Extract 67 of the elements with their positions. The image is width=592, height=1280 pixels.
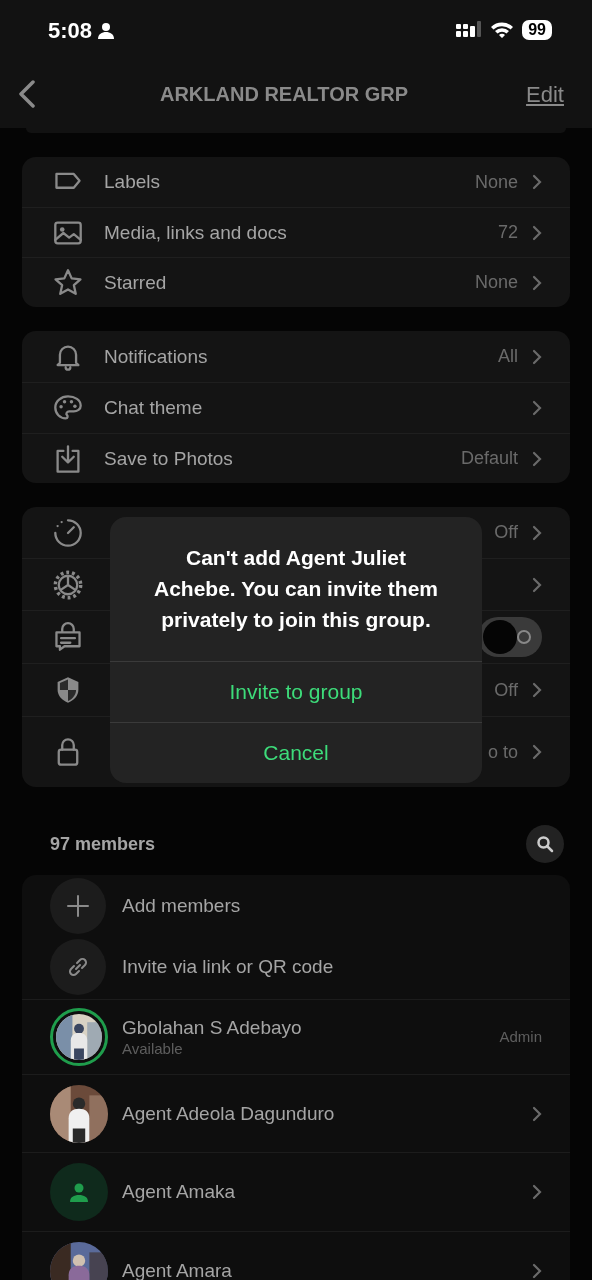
chevron-icon <box>532 224 542 241</box>
row-value: Default <box>460 447 518 470</box>
settings-row[interactable]: Save to Photos Default <box>22 433 570 483</box>
row-value: Off <box>494 678 518 702</box>
settings-row[interactable]: Notifications All <box>22 331 570 382</box>
row-value: None <box>474 271 518 294</box>
chevron-icon <box>532 1105 542 1122</box>
member-action-row[interactable]: Invite via link or QR code <box>22 935 570 999</box>
group-title: ARKLAND REALTOR GRP <box>159 82 409 107</box>
chevron-icon <box>532 274 542 291</box>
chevron-icon <box>532 400 542 416</box>
member-row[interactable]: Agent Amaka <box>22 1152 570 1231</box>
plus-icon <box>65 893 91 919</box>
member-row[interactable]: Gbolahan S Adebayo Available Admin <box>22 999 570 1074</box>
settings-row[interactable]: Media, links and docs 72 <box>22 207 570 257</box>
dialog-button[interactable]: Invite to group <box>110 661 482 722</box>
row-label: Labels <box>104 170 161 194</box>
dialog-button[interactable]: Cancel <box>110 722 482 783</box>
chevron-icon <box>532 524 542 541</box>
search-button[interactable] <box>526 825 564 863</box>
member-name: Agent Amaka <box>122 1180 237 1204</box>
action-label: Add members <box>122 893 241 918</box>
chevron-icon <box>532 348 542 365</box>
person-icon <box>98 21 115 39</box>
row-label: Notifications <box>104 344 209 369</box>
back-icon <box>18 80 36 108</box>
battery-level: 99 <box>522 20 552 40</box>
chevron-icon <box>532 450 542 467</box>
timer-icon <box>53 517 83 548</box>
member-action-row[interactable]: Add members <box>22 875 570 935</box>
clock-time: 5:08 <box>48 16 93 45</box>
alert-message: Can't add Agent Juliet Achebe. You can invite them privately to join this group. <box>153 545 439 633</box>
row-value: Off <box>494 521 518 544</box>
palette-icon <box>53 393 83 423</box>
chevron-icon <box>532 174 542 190</box>
settings-row[interactable]: Chat theme <box>22 382 570 433</box>
gear-icon <box>53 569 83 600</box>
wifi-icon <box>490 21 515 39</box>
member-name: Gbolahan S Adebayo <box>122 1015 303 1040</box>
row-label: Starred <box>104 270 168 295</box>
chevron-icon <box>532 576 542 593</box>
action-label: Invite via link or QR code <box>122 954 334 979</box>
chat-lock-icon <box>53 622 83 652</box>
role-label: Admin <box>499 1026 542 1047</box>
members-count: 97 members <box>50 832 156 856</box>
row-label: Media, links and docs <box>104 220 288 245</box>
row-value: All <box>498 345 518 368</box>
chevron-icon <box>532 682 542 698</box>
edit-button[interactable]: Edit <box>526 77 564 111</box>
chevron-icon <box>532 1263 542 1279</box>
chevron-icon <box>532 744 542 760</box>
row-label: Save to Photos <box>104 446 234 471</box>
member-row[interactable]: Agent Adeola Dagunduro <box>22 1074 570 1152</box>
member-status: Available <box>122 1039 184 1059</box>
row-value: 72 <box>497 221 518 244</box>
row-label: Chat theme <box>104 396 204 420</box>
row-value: o to <box>487 740 518 764</box>
star-icon <box>53 267 83 298</box>
settings-row[interactable]: Labels None <box>22 157 570 207</box>
person-icon <box>69 1182 89 1202</box>
row-value: None <box>474 170 518 194</box>
signal-icon <box>456 21 483 39</box>
download-icon <box>53 443 83 474</box>
settings-row[interactable]: Starred None <box>22 257 570 307</box>
search-icon <box>536 835 554 853</box>
member-name: Agent Adeola Dagunduro <box>122 1101 336 1126</box>
chevron-icon <box>532 1184 542 1200</box>
